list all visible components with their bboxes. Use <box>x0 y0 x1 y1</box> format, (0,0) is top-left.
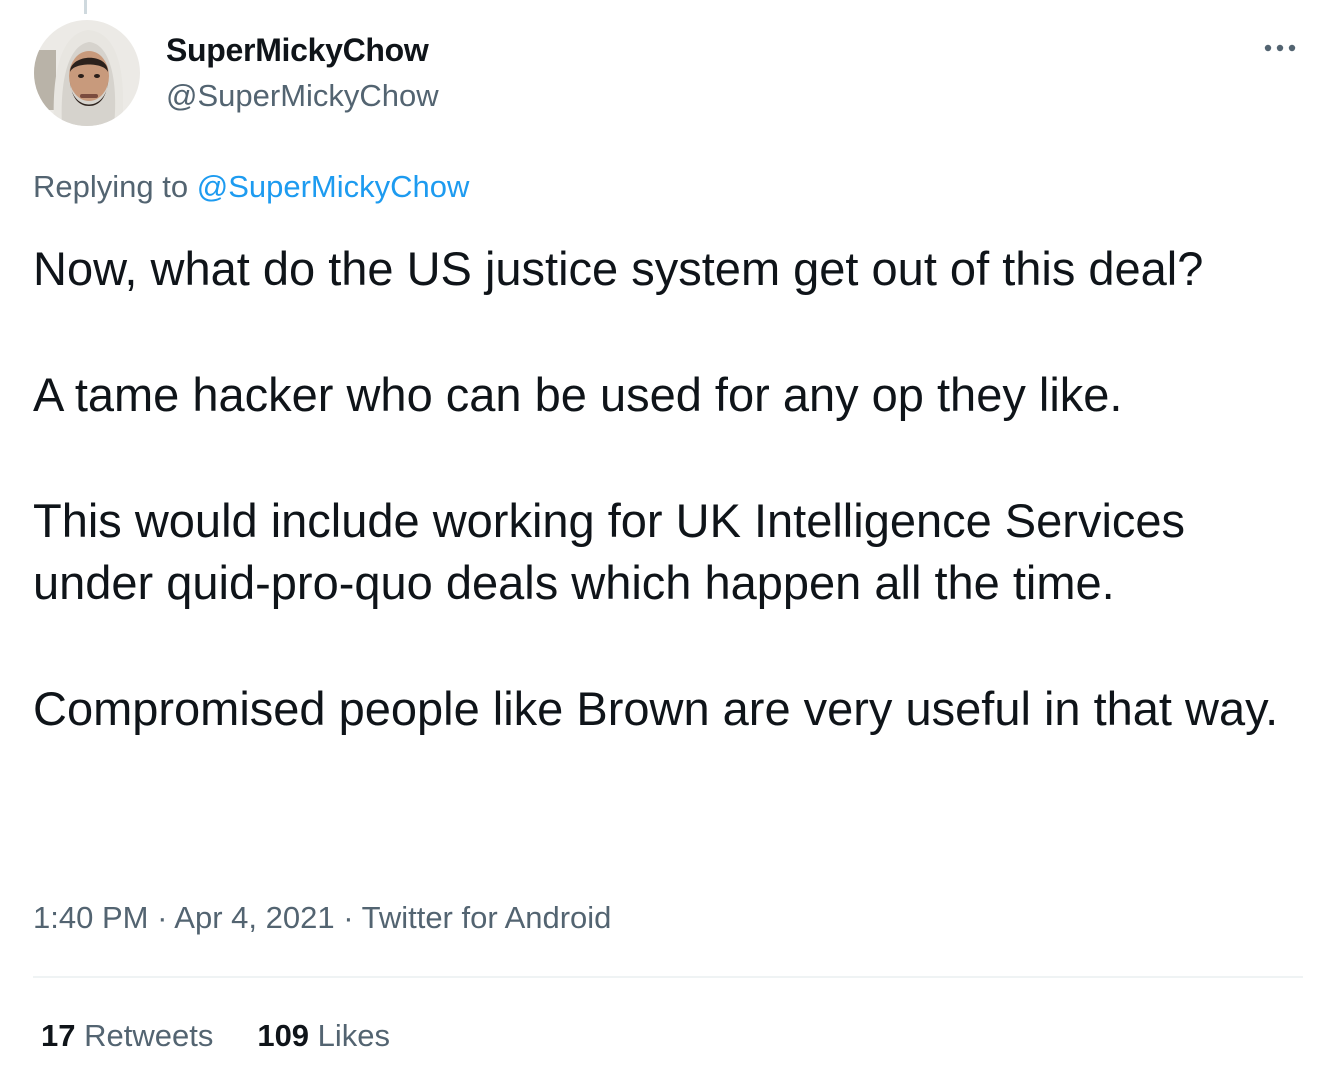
tweet-paragraph: Now, what do the US justice system get o… <box>33 242 1204 295</box>
replying-to-label: Replying to <box>33 169 197 204</box>
tweet-paragraph: This would include working for UK Intell… <box>33 494 1186 609</box>
likes-count: 109 <box>257 1018 310 1053</box>
likes-label: Likes <box>309 1018 391 1053</box>
tweet-time[interactable]: 1:40 PM <box>33 900 148 935</box>
retweets-count: 17 <box>41 1018 76 1053</box>
author-handle[interactable]: @SuperMickyChow <box>166 78 439 114</box>
thread-connector-line <box>84 0 87 14</box>
tweet-stats: 17 Retweets 109 Likes <box>41 1018 390 1054</box>
avatar[interactable] <box>34 20 140 126</box>
avatar-image <box>34 20 140 126</box>
meta-separator: · <box>148 900 175 935</box>
likes-stat-link[interactable]: 109 Likes <box>257 1018 390 1053</box>
reply-mention-link[interactable]: @SuperMickyChow <box>197 169 470 204</box>
meta-separator: · <box>334 900 362 935</box>
more-options-button[interactable] <box>1256 30 1304 66</box>
retweets-stat-link[interactable]: 17 Retweets <box>41 1018 213 1053</box>
replying-to-line: Replying to @SuperMickyChow <box>33 169 469 205</box>
divider <box>33 976 1303 978</box>
more-horizontal-icon <box>1264 44 1296 52</box>
tweet-source-link[interactable]: Twitter for Android <box>362 900 612 935</box>
tweet-meta: 1:40 PM · Apr 4, 2021 · Twitter for Andr… <box>33 900 611 936</box>
tweet-date[interactable]: Apr 4, 2021 <box>174 900 334 935</box>
author-display-name[interactable]: SuperMickyChow <box>166 32 429 69</box>
tweet-text: Now, what do the US justice system get o… <box>33 238 1303 740</box>
tweet-paragraph: Compromised people like Brown are very u… <box>33 682 1279 735</box>
tweet-paragraph: A tame hacker who can be used for any op… <box>33 368 1123 421</box>
retweets-label: Retweets <box>75 1018 214 1053</box>
